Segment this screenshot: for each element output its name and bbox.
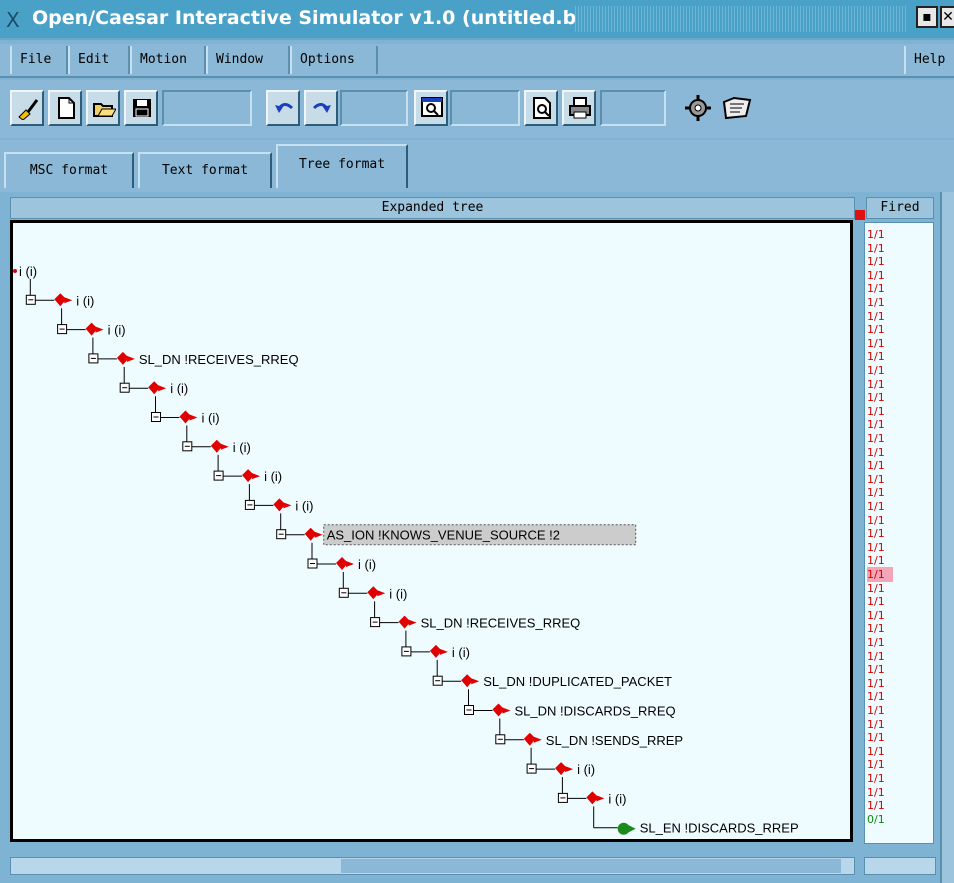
close-button[interactable]: ✕ — [940, 6, 954, 28]
tree-node-label: i (i) — [170, 381, 188, 396]
window-title: Open/Caesar Interactive Simulator v1.0 (… — [32, 7, 610, 29]
tab-tree-format[interactable]: Tree format — [276, 144, 408, 188]
find-window-icon — [421, 97, 443, 117]
menu-file[interactable]: File — [10, 46, 68, 74]
tree-node-label: i (i) — [76, 293, 94, 308]
print-preview-icon — [533, 97, 551, 119]
tree-node[interactable]: i (i) — [182, 425, 251, 455]
menu-help[interactable]: Help — [904, 46, 954, 74]
fired-entry[interactable]: 0/1 — [867, 812, 893, 827]
splitter-handle[interactable] — [855, 210, 865, 220]
tree-node-label: SL_DN !SENDS_RREP — [546, 733, 683, 748]
tree-node-label: SL_DN !RECEIVES_RREQ — [139, 352, 299, 367]
menu-bar: File Edit Motion Window Options Help — [0, 44, 954, 78]
tree-node[interactable]: i (i) — [13, 264, 37, 279]
tree-node-label: SL_EN !DISCARDS_RREP — [640, 821, 799, 836]
print-preview-button[interactable] — [524, 90, 558, 126]
expanded-tree-header: Expanded tree — [10, 197, 855, 219]
clear-button[interactable] — [10, 90, 44, 126]
tree-node[interactable]: i (i) — [25, 279, 94, 308]
toolbar-spacer — [600, 90, 666, 126]
tree-node-label: i (i) — [295, 498, 313, 513]
tree-node-label: SL_DN !DISCARDS_RREQ — [515, 704, 676, 719]
undo-button[interactable] — [266, 90, 300, 126]
tree-node[interactable]: i (i) — [119, 366, 188, 396]
tree-node[interactable]: SL_DN !RECEIVES_RREQ — [370, 601, 581, 631]
settings-button[interactable] — [680, 90, 714, 126]
tree-node[interactable]: AS_ION !KNOWS_VENUE_SOURCE !2 — [276, 513, 637, 546]
find-button[interactable] — [414, 90, 448, 126]
tab-text-format[interactable]: Text format — [138, 152, 272, 188]
tree-node-label: i (i) — [233, 440, 251, 455]
pane-splitter[interactable] — [855, 192, 865, 852]
save-disk-icon — [133, 99, 151, 117]
tree-horizontal-scrollbar[interactable] — [10, 857, 855, 875]
tree-canvas: i (i)i (i)i (i)SL_DN !RECEIVES_RREQi (i)… — [13, 264, 799, 836]
open-trace-button[interactable] — [718, 90, 752, 126]
toolbar-spacer — [162, 90, 252, 126]
tree-node[interactable]: i (i) — [557, 777, 626, 806]
new-file-icon — [58, 97, 75, 119]
printer-icon — [569, 97, 591, 119]
open-button[interactable] — [86, 90, 120, 126]
tree-node[interactable]: SL_DN !SENDS_RREP — [495, 718, 683, 748]
toolbar — [0, 80, 954, 138]
tree-node-label: i (i) — [577, 762, 595, 777]
x-window-icon: X — [6, 8, 20, 32]
tree-node[interactable]: SL_DN !DUPLICATED_PACKET — [432, 659, 672, 689]
redo-icon — [312, 103, 331, 113]
tab-msc-format[interactable]: MSC format — [4, 152, 134, 188]
tree-node[interactable]: i (i) — [307, 542, 376, 572]
tree-node[interactable]: i (i) — [244, 484, 313, 513]
tree-node-label: i (i) — [452, 645, 470, 660]
tree-view-panel: Expanded tree Fired i (i) i (i) i (i) SL_DN… — [0, 192, 954, 883]
broom-icon — [18, 99, 39, 120]
tree-node-label: i (i) — [389, 586, 407, 601]
format-tabs: MSC format Text format Tree format — [0, 140, 954, 194]
tree-node-label: i (i) — [608, 791, 626, 806]
title-bar: X Open/Caesar Interactive Simulator v1.0… — [0, 0, 954, 40]
tree-node[interactable]: SL_DN !DISCARDS_RREQ — [464, 689, 676, 719]
menu-options[interactable]: Options — [290, 46, 378, 74]
tree-node[interactable]: i (i) — [213, 454, 282, 484]
tree-node[interactable]: i (i) — [57, 308, 126, 338]
tree-node-label: SL_DN !RECEIVES_RREQ — [421, 616, 581, 631]
tree-node-label: i (i) — [19, 264, 37, 279]
new-button[interactable] — [48, 90, 82, 126]
expanded-tree[interactable]: i (i) i (i) i (i) SL_DN !RECEIVES_RREQ i (i)… — [10, 220, 853, 842]
menu-window[interactable]: Window — [206, 46, 290, 74]
tree-node-label: SL_DN !DUPLICATED_PACKET — [483, 674, 672, 689]
tree-node[interactable]: i (i) — [151, 396, 220, 426]
title-bar-pattern — [575, 6, 907, 32]
toolbar-spacer — [340, 90, 408, 126]
tree-node[interactable]: i (i) — [526, 747, 595, 777]
tree-node-label: i (i) — [358, 557, 376, 572]
menu-edit[interactable]: Edit — [68, 46, 130, 74]
tree-node-label: i (i) — [202, 411, 220, 426]
tree-node-label: AS_ION !KNOWS_VENUE_SOURCE !2 — [327, 528, 560, 543]
tree-node[interactable]: i (i) — [401, 630, 470, 660]
tree-node-label: i (i) — [108, 323, 126, 338]
tree-node[interactable]: i (i) — [338, 572, 407, 601]
tree-node[interactable]: SL_EN !DISCARDS_RREP — [593, 806, 799, 836]
minimize-button[interactable]: ▪ — [916, 6, 938, 28]
save-button[interactable] — [124, 90, 158, 126]
print-button[interactable] — [562, 90, 596, 126]
tree-node-label: i (i) — [264, 469, 282, 484]
scrollbar-thumb[interactable] — [341, 859, 841, 873]
vertical-scrollbar[interactable] — [940, 192, 954, 883]
gear-icon — [685, 95, 711, 121]
tree-node[interactable]: SL_DN !RECEIVES_RREQ — [88, 337, 299, 367]
menu-motion[interactable]: Motion — [130, 46, 206, 74]
open-file-icon — [722, 96, 752, 120]
fired-list[interactable]: 1/1 1/1 1/1 1/1 1/1 1/1 1/1 1/1 1/1 1/1 1/1 1/1 1/1 1… — [864, 222, 934, 844]
fired-column-header: Fired — [866, 197, 934, 219]
open-folder-icon — [93, 103, 116, 117]
redo-button[interactable] — [304, 90, 338, 126]
undo-icon — [275, 103, 294, 113]
toolbar-spacer — [450, 90, 520, 126]
fired-horizontal-scrollbar[interactable] — [864, 857, 936, 875]
